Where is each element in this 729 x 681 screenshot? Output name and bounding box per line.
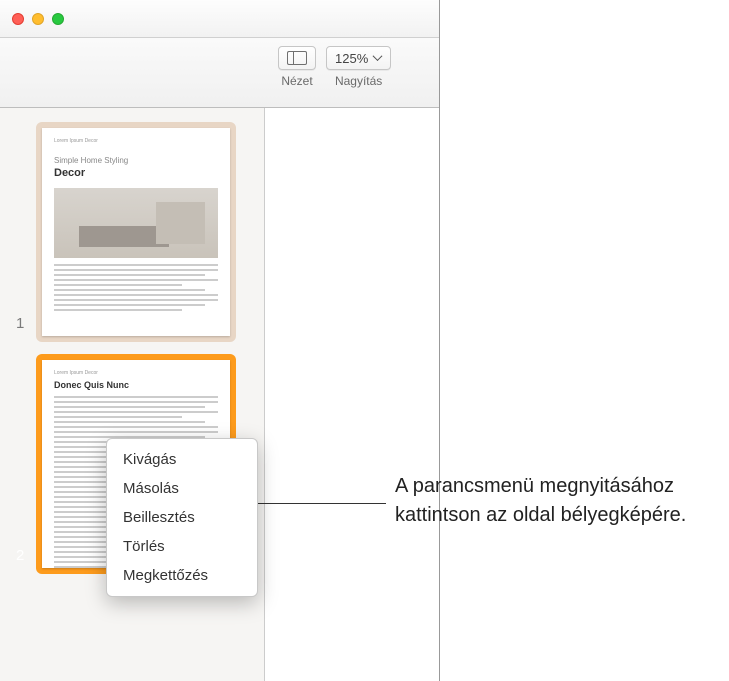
toolbar: Nézet 125% Nagyítás bbox=[0, 38, 439, 108]
thumbnail-number: 1 bbox=[16, 315, 24, 332]
context-menu-delete[interactable]: Törlés bbox=[107, 532, 257, 561]
thumbnail-1-wrap: 1 Lorem Ipsum Decor Simple Home Styling … bbox=[12, 122, 252, 342]
close-window-button[interactable] bbox=[12, 13, 24, 25]
toolbar-item-zoom: 125% Nagyítás bbox=[326, 46, 391, 88]
view-button-label: Nézet bbox=[281, 74, 312, 88]
page1-subtitle: Simple Home Styling bbox=[54, 155, 218, 166]
context-menu-cut[interactable]: Kivágás bbox=[107, 445, 257, 474]
view-button[interactable] bbox=[278, 46, 316, 70]
zoom-label: Nagyítás bbox=[335, 74, 382, 88]
callout-leader-line bbox=[256, 503, 386, 504]
maximize-window-button[interactable] bbox=[52, 13, 64, 25]
page1-image bbox=[54, 188, 218, 258]
minimize-window-button[interactable] bbox=[32, 13, 44, 25]
context-menu-copy[interactable]: Másolás bbox=[107, 474, 257, 503]
chevron-down-icon bbox=[374, 54, 382, 62]
page-preview-1: Lorem Ipsum Decor Simple Home Styling De… bbox=[42, 128, 230, 336]
window-titlebar bbox=[0, 0, 439, 38]
page1-title: Decor bbox=[54, 166, 218, 181]
toolbar-item-view: Nézet bbox=[278, 46, 316, 88]
thumbnail-number: 2 bbox=[16, 547, 24, 564]
page-thumbnail-1[interactable]: Lorem Ipsum Decor Simple Home Styling De… bbox=[36, 122, 236, 342]
callout-annotation: A parancsmenü megnyitásához kattintson a… bbox=[395, 472, 705, 530]
sidebar-layout-icon bbox=[287, 51, 307, 65]
context-menu-duplicate[interactable]: Megkettőzés bbox=[107, 561, 257, 590]
page1-top-label: Lorem Ipsum Decor bbox=[54, 138, 218, 145]
context-menu: Kivágás Másolás Beillesztés Törlés Megke… bbox=[106, 438, 258, 597]
page2-heading: Donec Quis Nunc bbox=[54, 379, 218, 392]
page1-text-lines bbox=[54, 264, 218, 311]
zoom-value: 125% bbox=[335, 51, 368, 66]
document-canvas[interactable] bbox=[265, 108, 439, 681]
page2-top-label: Lorem Ipsum Decor bbox=[54, 370, 218, 377]
zoom-dropdown[interactable]: 125% bbox=[326, 46, 391, 70]
context-menu-paste[interactable]: Beillesztés bbox=[107, 503, 257, 532]
